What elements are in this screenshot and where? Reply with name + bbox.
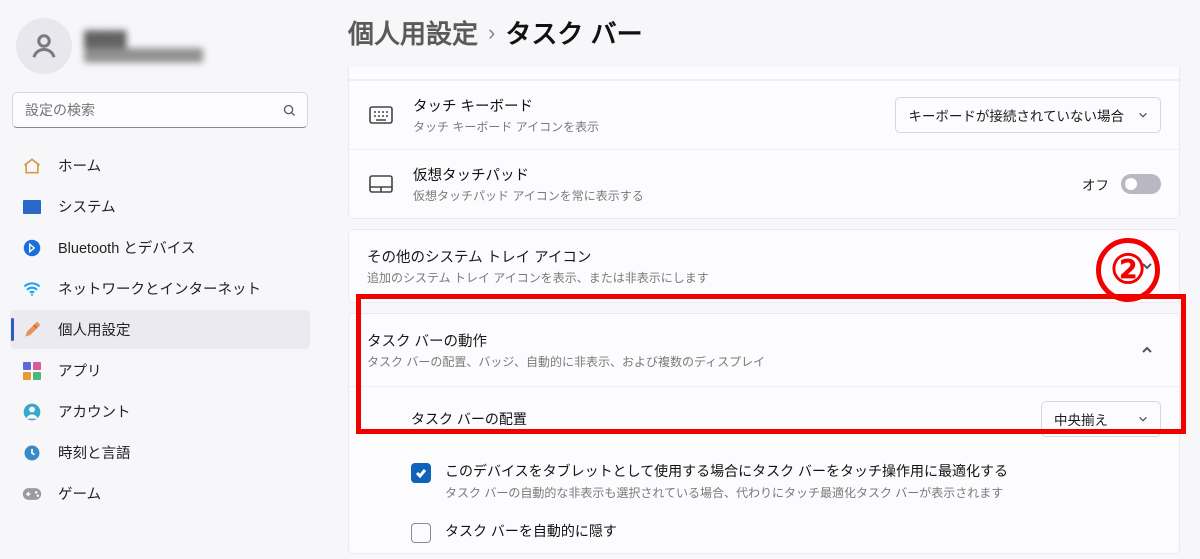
apps-icon [22,361,42,381]
sidebar-item-label: アカウント [58,401,131,422]
checkbox-label: このデバイスをタブレットとして使用する場合にタスク バーをタッチ操作用に最適化す… [445,461,1008,481]
dropdown-value: キーボードが接続されていない場合 [908,105,1124,125]
taskbar-alignment-dropdown[interactable]: 中央揃え [1041,401,1161,437]
sidebar-item-label: ネットワークとインターネット [58,278,261,299]
sidebar-item-network[interactable]: ネットワークとインターネット [10,269,310,308]
expander-title: その他のシステム トレイ アイコン [367,246,1115,267]
touchpad-icon [367,170,395,198]
virtual-touchpad-toggle[interactable] [1121,174,1161,194]
system-icon [22,197,42,217]
breadcrumb-parent[interactable]: 個人用設定 [348,14,478,51]
bluetooth-icon [22,238,42,258]
checkbox[interactable] [411,523,431,543]
search-input[interactable] [13,102,271,118]
setting-label: タスク バーの配置 [411,409,1023,429]
game-icon [22,484,42,504]
sidebar-item-time[interactable]: 時刻と言語 [10,433,310,472]
home-icon [22,156,42,176]
sidebar-item-system[interactable]: システム [10,187,310,226]
sidebar: ████ ██████████████ ホーム システム Bluetooth と… [0,0,320,559]
breadcrumb: 個人用設定 › タスク バー [348,14,1180,51]
sidebar-item-label: ゲーム [58,483,101,504]
clock-icon [22,443,42,463]
account-icon [22,402,42,422]
row-virtual-touchpad[interactable]: 仮想タッチパッド 仮想タッチパッド アイコンを常に表示する オフ [349,149,1179,218]
sidebar-item-apps[interactable]: アプリ [10,351,310,390]
panel-taskbar-behavior: タスク バーの動作 タスク バーの配置、バッジ、自動的に非表示、および複数のディ… [348,313,1180,554]
sidebar-item-label: システム [58,196,116,217]
personalize-icon [22,320,42,340]
sidebar-item-home[interactable]: ホーム [10,146,310,185]
sidebar-item-gaming[interactable]: ゲーム [10,474,310,513]
sidebar-item-personalization[interactable]: 個人用設定 [10,310,310,349]
keyboard-icon [367,101,395,129]
panel-other-tray-icons: その他のシステム トレイ アイコン 追加のシステム トレイ アイコンを表示、また… [348,229,1180,303]
sidebar-item-label: 個人用設定 [58,319,131,340]
sidebar-item-account[interactable]: アカウント [10,392,310,431]
chevron-up-icon[interactable] [1133,336,1161,364]
touch-keyboard-dropdown[interactable]: キーボードが接続されていない場合 [895,97,1161,133]
expander-subtitle: 追加のシステム トレイ アイコンを表示、または非表示にします [367,269,1115,286]
checkbox-label: タスク バーを自動的に隠す [445,521,617,541]
row-taskbar-alignment: タスク バーの配置 中央揃え [349,386,1179,451]
dropdown-value: 中央揃え [1054,409,1124,429]
expander-subtitle: タスク バーの配置、バッジ、自動的に非表示、および複数のディスプレイ [367,353,1115,370]
expander-taskbar-behavior[interactable]: タスク バーの動作 タスク バーの配置、バッジ、自動的に非表示、および複数のディ… [349,314,1179,386]
checkbox-sublabel: タスク バーの自動的な非表示も選択されている場合、代わりにタッチ最適化タスク バ… [445,484,1008,501]
checkbox[interactable] [411,463,431,483]
sidebar-item-label: 時刻と言語 [58,442,131,463]
row-autohide[interactable]: タスク バーを自動的に隠す [349,511,1179,553]
toggle-label: オフ [1082,174,1109,194]
main-content: 個人用設定 › タスク バー タッチ キーボード タッチ キーボード アイコンを… [320,0,1200,559]
breadcrumb-separator: › [488,20,495,46]
chevron-down-icon [1138,110,1148,120]
panel-system-icons: タッチ キーボード タッチ キーボード アイコンを表示 キーボードが接続されてい… [348,67,1180,219]
row-subtitle: 仮想タッチパッド アイコンを常に表示する [413,187,1064,204]
sidebar-item-label: アプリ [58,360,102,381]
expander-title: タスク バーの動作 [367,330,1115,351]
row-touch-keyboard[interactable]: タッチ キーボード タッチ キーボード アイコンを表示 キーボードが接続されてい… [349,80,1179,149]
sidebar-item-label: Bluetooth とデバイス [58,237,195,258]
search-input-container[interactable] [12,92,308,128]
row-title: 仮想タッチパッド [413,164,1064,185]
sidebar-nav: ホーム システム Bluetooth とデバイス ネットワークとインターネット … [10,146,310,513]
row-subtitle: タッチ キーボード アイコンを表示 [413,118,877,135]
wifi-icon [22,279,42,299]
profile-text-blurred: ████ ██████████████ [84,31,203,62]
row-fragment-top [349,67,1179,80]
profile-block[interactable]: ████ ██████████████ [10,12,310,88]
sidebar-item-label: ホーム [58,155,101,176]
search-icon [271,103,307,118]
sidebar-item-bluetooth[interactable]: Bluetooth とデバイス [10,228,310,267]
breadcrumb-current: タスク バー [505,14,642,51]
row-tablet-optimize[interactable]: このデバイスをタブレットとして使用する場合にタスク バーをタッチ操作用に最適化す… [349,451,1179,511]
row-title: タッチ キーボード [413,95,877,116]
avatar [16,18,72,74]
expander-other-tray[interactable]: その他のシステム トレイ アイコン 追加のシステム トレイ アイコンを表示、また… [349,230,1179,302]
chevron-down-icon[interactable] [1133,252,1161,280]
chevron-down-icon [1138,414,1148,424]
